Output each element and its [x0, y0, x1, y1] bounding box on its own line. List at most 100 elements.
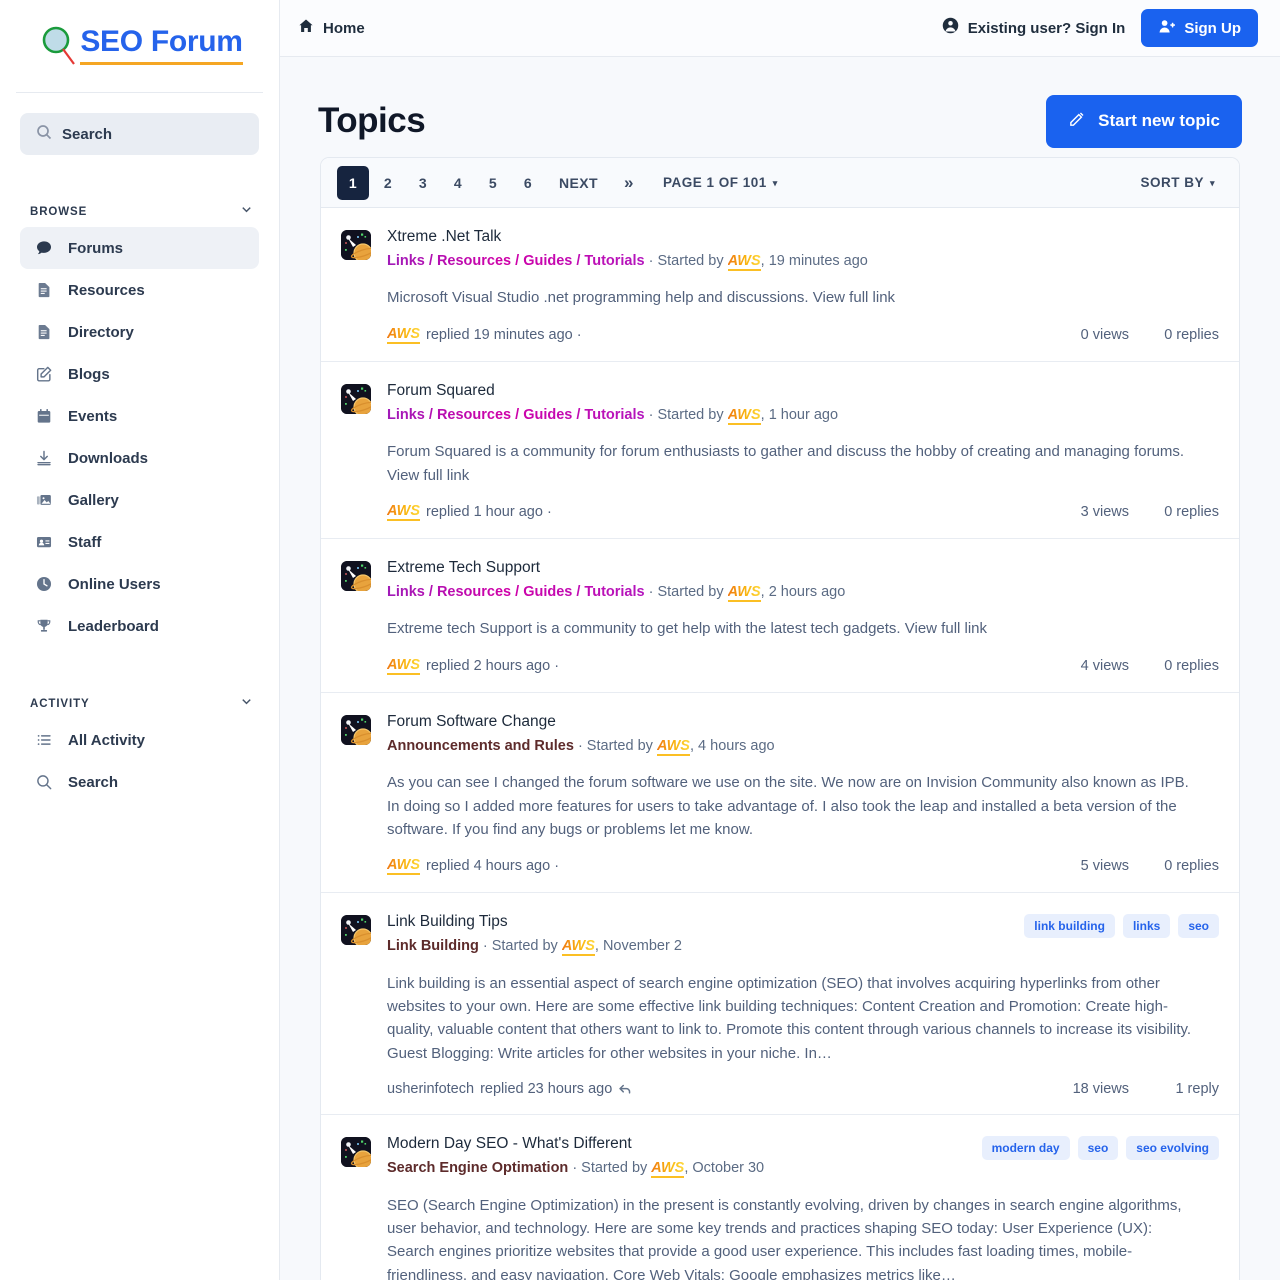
- sidebar-item-label: Search: [68, 773, 119, 791]
- breadcrumb[interactable]: Home: [298, 18, 365, 39]
- topic-row[interactable]: Forum Squared Links / Resources / Guides…: [321, 362, 1239, 539]
- sidebar-item-events[interactable]: Events: [20, 395, 259, 437]
- sidebar-item-blogs[interactable]: Blogs: [20, 353, 259, 395]
- topic-author[interactable]: AWS: [727, 406, 761, 425]
- avatar[interactable]: [341, 915, 371, 946]
- started-time-value: 2 hours ago: [768, 583, 846, 600]
- topic-last-reply: usherinfotech replied 23 hours ago: [387, 1081, 632, 1097]
- topic-title[interactable]: Forum Squared: [387, 381, 1219, 402]
- views-count: 0 views: [1080, 326, 1129, 343]
- topic-title[interactable]: Xtreme .Net Talk: [387, 227, 1219, 248]
- started-time-value: 1 hour ago: [768, 406, 839, 423]
- started-time: ,: [760, 406, 769, 423]
- sidebar-item-leaderboard[interactable]: Leaderboard: [20, 605, 259, 647]
- sign-in-link[interactable]: Existing user? Sign In: [942, 17, 1125, 39]
- forum-name[interactable]: Links / Resources / Guides / Tutorials: [387, 407, 645, 423]
- topic-title[interactable]: Modern Day SEO - What's Different: [387, 1134, 968, 1155]
- topic-title[interactable]: Forum Software Change: [387, 712, 1219, 733]
- last-reply-user[interactable]: usherinfotech: [387, 1081, 474, 1097]
- sidebar-item-staff[interactable]: Staff: [20, 521, 259, 563]
- topic-author[interactable]: AWS: [656, 737, 690, 756]
- last-reply-user[interactable]: AWS: [387, 657, 421, 675]
- sidebar: SEO Forum Search BROWSE Forums Resources D…: [0, 0, 280, 1280]
- topic-row[interactable]: Extreme Tech Support Links / Resources /…: [321, 539, 1239, 693]
- forum-name[interactable]: Links / Resources / Guides / Tutorials: [387, 584, 645, 600]
- forum-name[interactable]: Link Building: [387, 938, 479, 954]
- id-card-icon: [34, 533, 54, 551]
- topic-row[interactable]: Link Building Tips Link Building · Start…: [321, 893, 1239, 1116]
- last-reply-user[interactable]: AWS: [387, 503, 421, 521]
- page-button-4[interactable]: 4: [442, 166, 474, 200]
- sidebar-item-label: Gallery: [68, 491, 119, 509]
- tag[interactable]: modern day: [981, 1136, 1070, 1161]
- avatar[interactable]: [341, 1137, 371, 1168]
- page-button-2[interactable]: 2: [372, 166, 404, 200]
- topic-body: Modern Day SEO - What's Different Search…: [387, 1134, 1219, 1280]
- sidebar-item-label: Blogs: [68, 365, 110, 383]
- last-reply-user[interactable]: AWS: [387, 857, 421, 876]
- sidebar-item-search[interactable]: Search: [20, 761, 259, 803]
- chevron-down-icon[interactable]: [240, 695, 253, 713]
- topic-meta: Search Engine Optimation · Started by AW…: [387, 1157, 968, 1179]
- avatar[interactable]: [341, 560, 371, 591]
- topic-title[interactable]: Link Building Tips: [387, 912, 1010, 933]
- page-title: Topics: [318, 101, 426, 140]
- tag[interactable]: seo evolving: [1126, 1136, 1219, 1161]
- sort-by-dropdown[interactable]: SORT BY ▾: [1140, 175, 1223, 190]
- tag[interactable]: links: [1122, 914, 1171, 939]
- topic-tags: modern day seo seo evolving: [981, 1134, 1219, 1161]
- page-button-1[interactable]: 1: [337, 165, 369, 200]
- last-page-icon[interactable]: »: [613, 166, 645, 200]
- images-icon: [34, 491, 54, 509]
- page-button-3[interactable]: 3: [407, 166, 439, 200]
- last-reply-user[interactable]: AWS: [387, 326, 421, 344]
- avatar[interactable]: [341, 230, 371, 260]
- sidebar-item-all-activity[interactable]: All Activity: [20, 719, 259, 761]
- next-page-button[interactable]: NEXT: [547, 166, 610, 200]
- replies-count: 0 replies: [1164, 503, 1219, 520]
- topic-row[interactable]: Forum Software Change Announcements and …: [321, 693, 1239, 894]
- chevron-down-icon[interactable]: [240, 203, 253, 221]
- topic-author[interactable]: AWS: [561, 938, 595, 957]
- activity-group-header[interactable]: ACTIVITY: [20, 695, 259, 713]
- topic-author[interactable]: AWS: [727, 583, 761, 602]
- sidebar-item-downloads[interactable]: Downloads: [20, 437, 259, 479]
- topic-author[interactable]: AWS: [651, 1160, 685, 1179]
- brand-logo[interactable]: SEO Forum: [20, 0, 259, 92]
- sidebar-item-online-users[interactable]: Online Users: [20, 563, 259, 605]
- sidebar-item-resources[interactable]: Resources: [20, 269, 259, 311]
- topic-last-reply: AWS replied 1 hour ago ·: [387, 503, 552, 521]
- topic-stats: 18 views 1 reply: [1009, 1081, 1219, 1097]
- page-button-6[interactable]: 6: [512, 166, 544, 200]
- sidebar-item-gallery[interactable]: Gallery: [20, 479, 259, 521]
- topic-author[interactable]: AWS: [727, 252, 761, 271]
- avatar[interactable]: [341, 383, 371, 414]
- forum-name[interactable]: Search Engine Optimation: [387, 1160, 568, 1176]
- page-of-dropdown[interactable]: PAGE 1 OF 101 ▾: [663, 175, 778, 190]
- user-plus-icon: [1158, 18, 1176, 39]
- topic-title[interactable]: Extreme Tech Support: [387, 558, 1219, 579]
- tag[interactable]: link building: [1024, 914, 1115, 939]
- topic-body: Forum Squared Links / Resources / Guides…: [387, 381, 1219, 521]
- forum-name[interactable]: Announcements and Rules: [387, 738, 574, 754]
- forum-name[interactable]: Links / Resources / Guides / Tutorials: [387, 253, 645, 269]
- comment-icon: [34, 239, 54, 257]
- topic-row[interactable]: Modern Day SEO - What's Different Search…: [321, 1115, 1239, 1280]
- sign-up-button[interactable]: Sign Up: [1141, 9, 1258, 47]
- start-new-topic-button[interactable]: Start new topic: [1046, 94, 1242, 148]
- sidebar-item-directory[interactable]: Directory: [20, 311, 259, 353]
- tag[interactable]: seo: [1077, 1136, 1119, 1161]
- top-bar: Home Existing user? Sign In Sign Up: [280, 0, 1280, 57]
- sidebar-search-input[interactable]: Search: [20, 113, 259, 155]
- replies-count: 0 replies: [1164, 326, 1219, 343]
- trophy-icon: [34, 617, 54, 635]
- sidebar-item-forums[interactable]: Forums: [20, 227, 259, 269]
- topic-row[interactable]: Xtreme .Net Talk Links / Resources / Gui…: [321, 208, 1239, 362]
- home-icon: [298, 18, 314, 39]
- browse-group-header[interactable]: BROWSE: [20, 203, 259, 221]
- page-button-5[interactable]: 5: [477, 166, 509, 200]
- topic-head: Link Building Tips Link Building · Start…: [387, 912, 1219, 957]
- sort-by-label: SORT BY: [1140, 175, 1204, 190]
- tag[interactable]: seo: [1178, 914, 1219, 939]
- avatar[interactable]: [341, 714, 371, 745]
